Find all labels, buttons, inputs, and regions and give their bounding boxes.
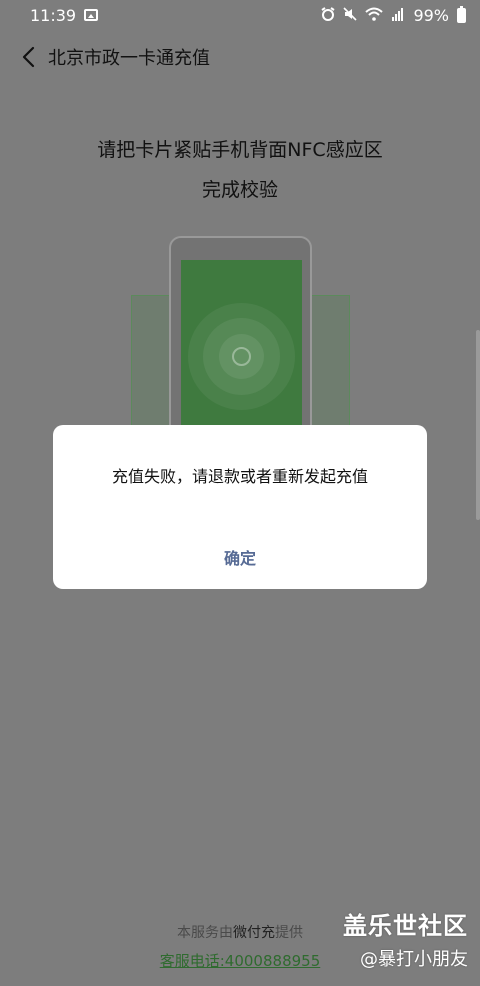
- card-left-illustration: [131, 295, 171, 445]
- page-title: 北京市政一卡通充值: [48, 48, 210, 69]
- signal-icon: [391, 6, 405, 25]
- clock: 11:39: [30, 5, 77, 25]
- status-left: 11:39: [30, 5, 99, 25]
- mute-icon: [343, 6, 358, 25]
- header: 北京市政一卡通充值: [0, 36, 480, 78]
- watermark-author: @暴打小朋友: [360, 949, 468, 970]
- provider-brand: 微付充: [233, 925, 275, 941]
- instruction-line-2: 完成校验: [201, 179, 278, 201]
- watermark-title: 盖乐世社区: [343, 912, 468, 940]
- scroll-indicator: [476, 330, 480, 520]
- provider-suffix: 提供: [275, 925, 303, 941]
- battery-percent: 99%: [413, 5, 449, 25]
- phone-screen: [181, 260, 302, 440]
- wifi-icon: [365, 6, 384, 25]
- battery-icon: [457, 5, 466, 23]
- alarm-icon: [321, 6, 335, 25]
- image-icon: [84, 9, 99, 21]
- error-dialog: 充值失败，请退款或者重新发起充值 确定: [53, 425, 427, 589]
- chevron-left-icon: [22, 46, 35, 68]
- back-button[interactable]: [14, 43, 42, 71]
- phone-illustration: [169, 236, 312, 451]
- provider-prefix: 本服务由: [177, 925, 233, 941]
- confirm-button[interactable]: 确定: [190, 541, 290, 573]
- nfc-instruction: 请把卡片紧贴手机背面NFC感应区 完成校验: [0, 130, 480, 210]
- instruction-line-1: 请把卡片紧贴手机背面NFC感应区: [97, 139, 383, 161]
- card-right-illustration: [310, 295, 350, 445]
- nfc-center-icon: [232, 347, 251, 366]
- nfc-illustration: [0, 236, 480, 451]
- status-bar: 11:39 99%: [0, 0, 480, 30]
- watermark: 盖乐世社区 @暴打小朋友: [343, 906, 468, 971]
- dialog-message: 充值失败，请退款或者重新发起充值: [111, 467, 368, 486]
- status-right: 99%: [321, 5, 466, 25]
